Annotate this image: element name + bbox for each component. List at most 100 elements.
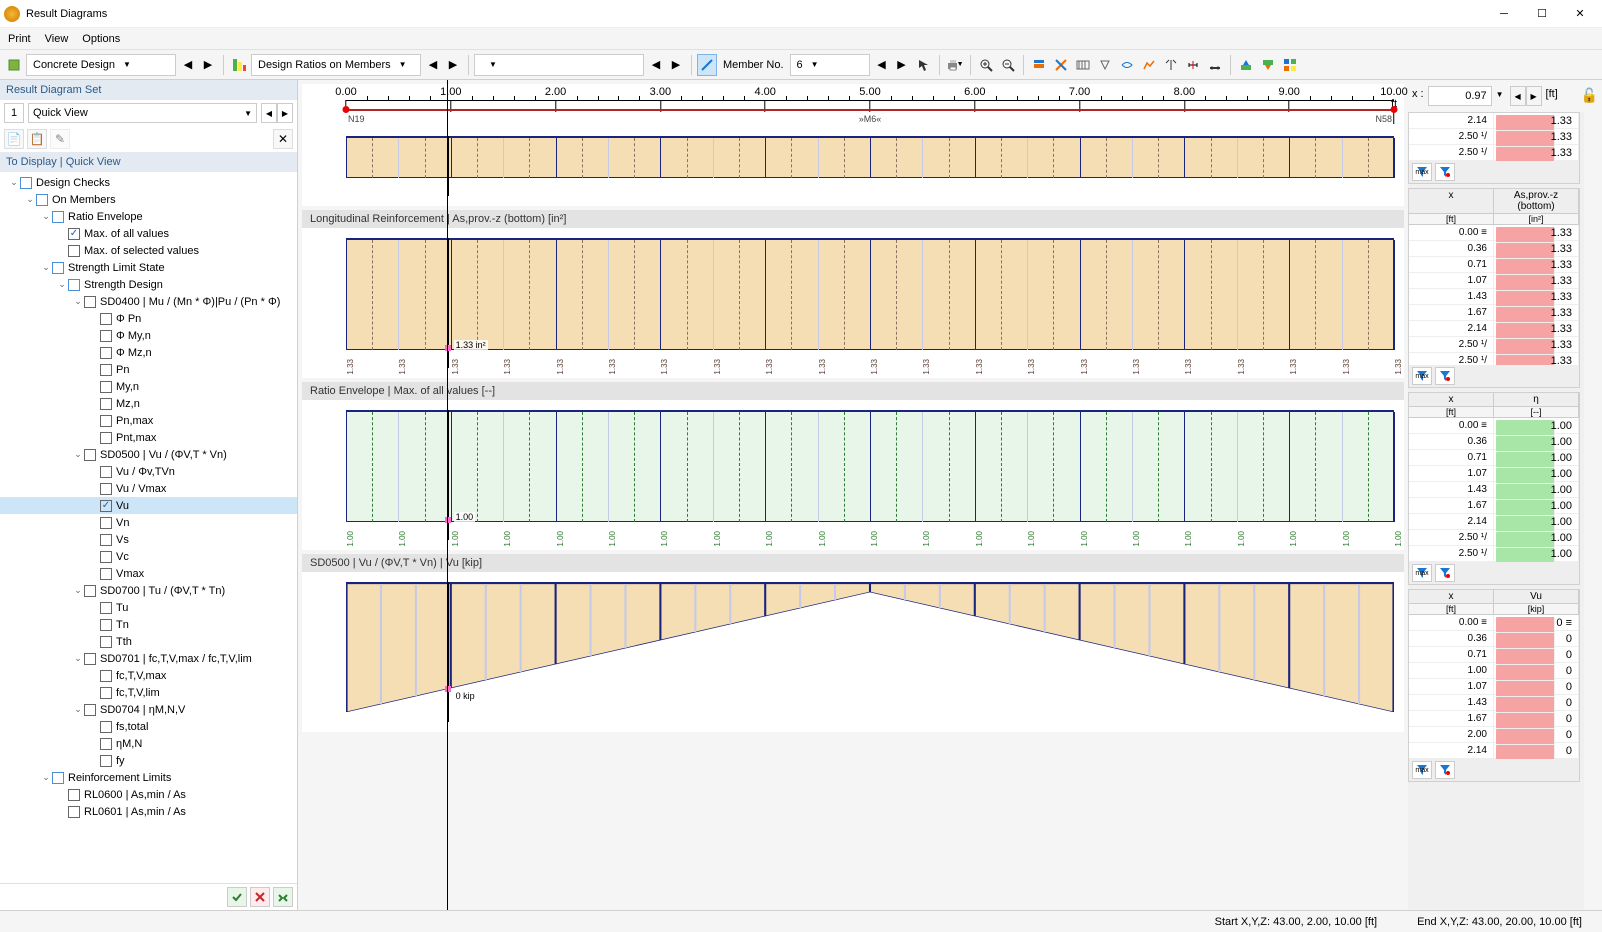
expand-icon[interactable]: ⌄ xyxy=(40,211,52,222)
tool-9[interactable] xyxy=(1205,54,1225,76)
tree-node[interactable]: Vmax xyxy=(0,565,297,582)
zoom-in-button[interactable] xyxy=(976,54,996,76)
table-row[interactable]: 2.000 xyxy=(1409,727,1579,743)
table-row[interactable]: 2.50 ¹/1.00 xyxy=(1409,530,1579,546)
table-row[interactable]: 0.361.00 xyxy=(1409,434,1579,450)
tool-6[interactable] xyxy=(1139,54,1159,76)
prev-design-button[interactable]: ◀ xyxy=(178,54,198,76)
checkbox[interactable] xyxy=(100,364,112,376)
tree-node[interactable]: ⌄Design Checks xyxy=(0,174,297,191)
expand-icon[interactable]: ⌄ xyxy=(72,449,84,460)
pick-member-button[interactable] xyxy=(914,54,934,76)
checkbox[interactable] xyxy=(100,534,112,546)
checkbox[interactable] xyxy=(100,330,112,342)
tool-1[interactable] xyxy=(1029,54,1049,76)
maximize-button[interactable]: ☐ xyxy=(1524,3,1560,25)
checkbox[interactable] xyxy=(84,296,96,308)
delete-set-button[interactable]: ✕ xyxy=(273,129,293,149)
diagram[interactable]: 1.331.331.331.331.331.331.331.331.331.33… xyxy=(302,228,1404,378)
next-result-button[interactable]: ▶ xyxy=(443,54,463,76)
tree-node[interactable]: Pn xyxy=(0,361,297,378)
x-value-input[interactable] xyxy=(1428,86,1492,106)
menu-options[interactable]: Options xyxy=(82,33,120,45)
expand-icon[interactable]: ⌄ xyxy=(56,279,68,290)
table-row[interactable]: 0.711.33 xyxy=(1409,257,1579,273)
zoom-out-button[interactable] xyxy=(998,54,1018,76)
member-no-combo[interactable]: 6▼ xyxy=(790,54,870,76)
tree-node[interactable]: Tn xyxy=(0,616,297,633)
tree-node[interactable]: Tth xyxy=(0,633,297,650)
checkbox[interactable] xyxy=(100,313,112,325)
minimize-button[interactable]: ─ xyxy=(1486,3,1522,25)
check-all-button[interactable] xyxy=(227,887,247,907)
table-row[interactable]: 1.671.00 xyxy=(1409,498,1579,514)
expand-icon[interactable]: ⌄ xyxy=(72,704,84,715)
checkbox[interactable] xyxy=(52,262,64,274)
ratio-icon[interactable] xyxy=(229,54,249,76)
table-row[interactable]: 1.430 xyxy=(1409,695,1579,711)
table-row[interactable]: 0.00 ≡1.33 xyxy=(1409,225,1579,241)
tree-node[interactable]: ηM,N xyxy=(0,735,297,752)
checkbox[interactable] xyxy=(100,755,112,767)
tool-11[interactable] xyxy=(1258,54,1278,76)
table-row[interactable]: 0.00 ≡0 ≡ xyxy=(1409,615,1579,631)
checkbox[interactable] xyxy=(84,585,96,597)
checkbox[interactable] xyxy=(68,806,80,818)
max-filter-button[interactable]: max xyxy=(1412,761,1432,779)
copy-set-button[interactable]: 📋 xyxy=(27,129,47,149)
invert-check-button[interactable] xyxy=(273,887,293,907)
checkbox[interactable] xyxy=(100,398,112,410)
max-filter-button[interactable]: max xyxy=(1412,564,1432,582)
checkbox[interactable] xyxy=(100,381,112,393)
set-number[interactable]: 1 xyxy=(4,103,24,123)
prev-result-button[interactable]: ◀ xyxy=(423,54,443,76)
expand-icon[interactable]: ⌄ xyxy=(40,262,52,273)
tree-node[interactable]: ⌄Strength Limit State xyxy=(0,259,297,276)
table-row[interactable]: 2.140 xyxy=(1409,743,1579,759)
table-row[interactable]: 1.431.00 xyxy=(1409,482,1579,498)
print-button[interactable]: ▼ xyxy=(945,54,965,76)
tree-node[interactable]: ⌄On Members xyxy=(0,191,297,208)
table-row[interactable]: 2.50 ¹/1.33 xyxy=(1409,129,1579,145)
tree-node[interactable]: ⌄Reinforcement Limits xyxy=(0,769,297,786)
tree-node[interactable]: Max. of all values xyxy=(0,225,297,242)
tree-node[interactable]: ⌄Strength Design xyxy=(0,276,297,293)
tool-2[interactable] xyxy=(1051,54,1071,76)
filter-button[interactable] xyxy=(1435,564,1455,582)
expand-icon[interactable]: ⌄ xyxy=(72,296,84,307)
checkbox[interactable] xyxy=(20,177,32,189)
tree-node[interactable]: Vn xyxy=(0,514,297,531)
set-name-combo[interactable]: Quick View▼ xyxy=(28,103,257,123)
tree-node[interactable]: ⌄SD0700 | Tu / (ΦV,T * Tn) xyxy=(0,582,297,599)
diagram[interactable]: 0 kip xyxy=(302,572,1404,732)
tree-node[interactable]: Pn,max xyxy=(0,412,297,429)
chart-column[interactable]: 0.001.002.003.004.005.006.007.008.009.00… xyxy=(298,80,1408,910)
checkbox[interactable] xyxy=(100,687,112,699)
filter-button[interactable] xyxy=(1435,163,1455,181)
checkbox[interactable] xyxy=(68,245,80,257)
checkbox[interactable] xyxy=(100,466,112,478)
checkbox[interactable] xyxy=(100,483,112,495)
next-member-button[interactable]: ▶ xyxy=(892,54,912,76)
tree-node[interactable]: Vc xyxy=(0,548,297,565)
tree-node[interactable]: ⌄SD0500 | Vu / (ΦV,T * Vn) xyxy=(0,446,297,463)
checkbox[interactable] xyxy=(100,500,112,512)
checkbox[interactable] xyxy=(100,738,112,750)
expand-icon[interactable]: ⌄ xyxy=(40,772,52,783)
tree-node[interactable]: Mz,n xyxy=(0,395,297,412)
uncheck-all-button[interactable] xyxy=(250,887,270,907)
table-row[interactable]: 2.50 ¹/1.33 xyxy=(1409,353,1579,365)
tree-node[interactable]: Vu / Φv,TVn xyxy=(0,463,297,480)
tree-node[interactable]: ⌄Ratio Envelope xyxy=(0,208,297,225)
checkbox[interactable] xyxy=(68,789,80,801)
next-x[interactable]: ▶ xyxy=(1526,86,1542,106)
prev-x[interactable]: ◀ xyxy=(1510,86,1526,106)
tree-node[interactable]: ⌄SD0400 | Mu / (Mn * Φ)|Pu / (Pn * Φ) xyxy=(0,293,297,310)
checkbox[interactable] xyxy=(100,551,112,563)
next-design-button[interactable]: ▶ xyxy=(198,54,218,76)
tree-node[interactable]: Vu xyxy=(0,497,297,514)
checkbox[interactable] xyxy=(84,704,96,716)
tree-node[interactable]: ⌄SD0704 | ηM,N,V xyxy=(0,701,297,718)
tree-node[interactable]: Vs xyxy=(0,531,297,548)
checkbox[interactable] xyxy=(100,636,112,648)
